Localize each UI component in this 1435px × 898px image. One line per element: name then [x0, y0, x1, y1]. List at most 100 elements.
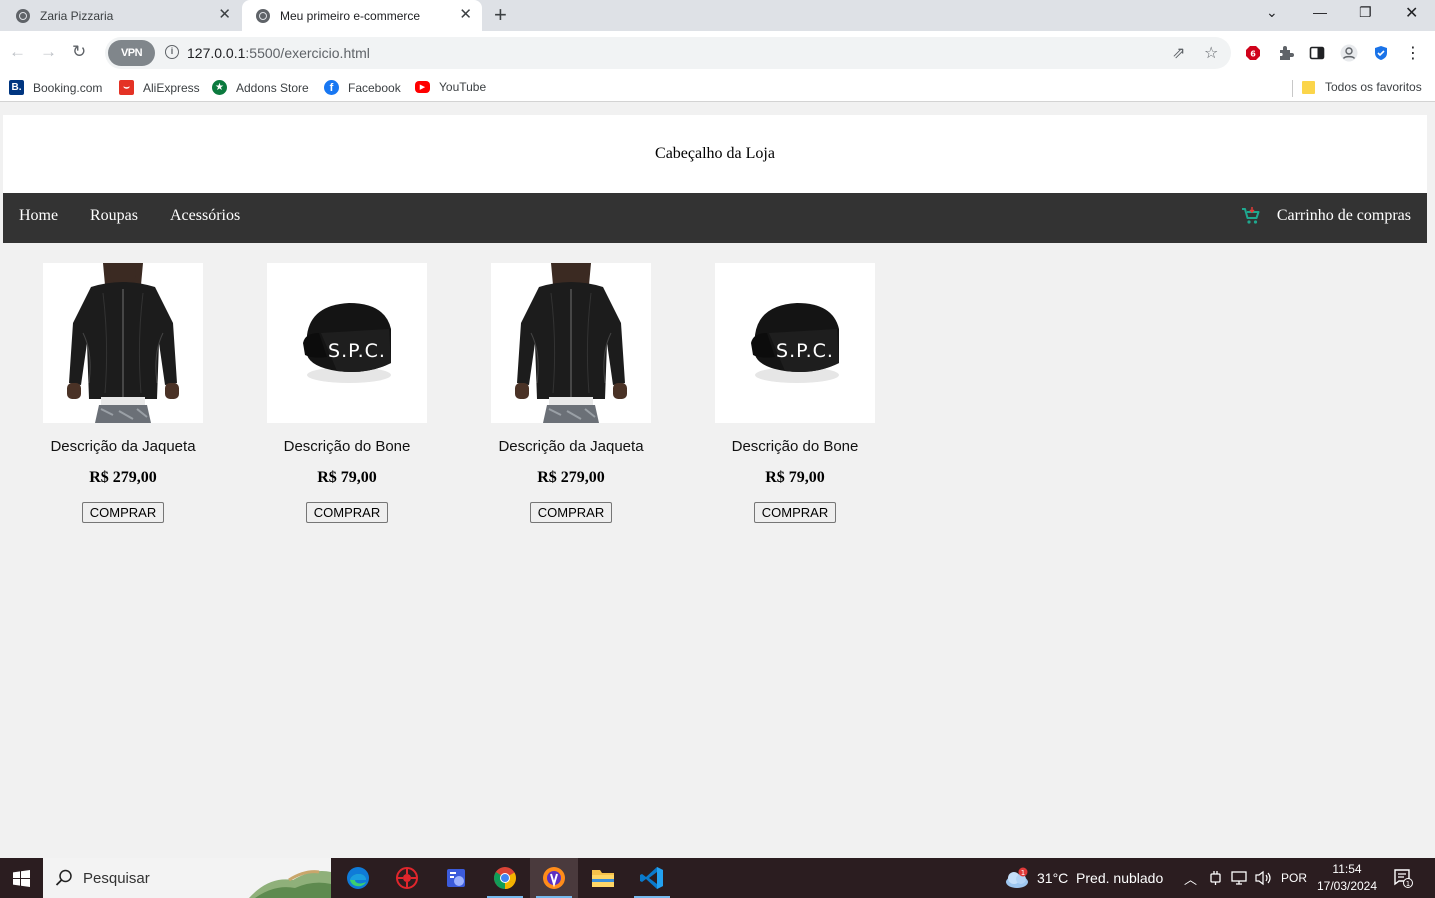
- control-panel-taskbar-icon[interactable]: [432, 858, 480, 898]
- page-viewport: Cabeçalho da Loja Home Roupas Acessórios…: [0, 103, 1435, 858]
- product-image-cap[interactable]: S.P.C.: [715, 263, 875, 423]
- buy-button[interactable]: COMPRAR: [81, 502, 165, 523]
- buy-button[interactable]: COMPRAR: [305, 502, 389, 523]
- product-image-cap[interactable]: S.P.C.: [267, 263, 427, 423]
- bitwarden-shield-icon[interactable]: [1372, 44, 1390, 62]
- minimize-button[interactable]: —: [1313, 4, 1327, 20]
- cart-link[interactable]: Carrinho de compras: [1241, 207, 1411, 225]
- network-icon[interactable]: [1231, 858, 1249, 898]
- notification-count: 1: [1406, 880, 1410, 888]
- vpn-badge[interactable]: VPN: [108, 40, 155, 66]
- taskbar-search-box[interactable]: Pesquisar: [43, 858, 331, 898]
- bookmark-facebook[interactable]: f Facebook: [324, 80, 401, 95]
- close-window-button[interactable]: ✕: [1405, 3, 1418, 23]
- notification-center-button[interactable]: 1: [1393, 858, 1413, 898]
- meet-now-icon[interactable]: [1209, 858, 1223, 898]
- nav-link-acessorios[interactable]: Acessórios: [170, 207, 240, 225]
- weather-widget[interactable]: 1 31°C Pred. nublado: [1004, 858, 1163, 898]
- cap-image: S.P.C.: [715, 263, 875, 423]
- url-text[interactable]: 127.0.0.1:5500/exercicio.html: [187, 45, 370, 61]
- back-button[interactable]: ←: [9, 42, 26, 62]
- edge-taskbar-icon[interactable]: [334, 858, 382, 898]
- extensions-puzzle-icon[interactable]: [1277, 44, 1295, 62]
- system-clock[interactable]: 11:54 17/03/2024: [1310, 861, 1384, 895]
- folder-icon: [1302, 80, 1315, 94]
- new-tab-button[interactable]: +: [494, 3, 507, 27]
- product-price: R$ 79,00: [765, 469, 825, 486]
- vscode-taskbar-icon[interactable]: [628, 858, 676, 898]
- address-bar[interactable]: VPN i 127.0.0.1:5500/exercicio.html ⇗ ☆: [105, 37, 1231, 69]
- cap-image: S.P.C.: [267, 263, 427, 423]
- browser-tab-zaria-pizzaria[interactable]: Zaria Pizzaria ✕: [0, 0, 241, 31]
- search-highlight-illustration: [249, 870, 331, 898]
- chrome-taskbar-icon[interactable]: [481, 858, 529, 898]
- aliexpress-icon: ⌣: [119, 80, 134, 95]
- vpn-browser-taskbar-icon[interactable]: [530, 858, 578, 898]
- close-tab-icon[interactable]: ✕: [218, 7, 231, 23]
- product-description: Descrição do Bone: [283, 438, 411, 455]
- youtube-icon: ▶: [415, 81, 430, 93]
- cap-logo-text: S.P.C.: [776, 340, 834, 362]
- svg-text:6: 6: [1250, 50, 1256, 59]
- share-icon[interactable]: ⇗: [1172, 43, 1185, 63]
- bookmark-aliexpress[interactable]: ⌣ AliExpress: [119, 80, 200, 95]
- notification-icon: 1: [1394, 869, 1413, 888]
- browser-tab-ecommerce[interactable]: Meu primeiro e-commerce ✕: [242, 0, 482, 31]
- adblock-extension-icon[interactable]: 6: [1244, 44, 1262, 62]
- cloudy-weather-icon: 1: [1006, 867, 1028, 888]
- product-description: Descrição da Jaqueta: [498, 438, 644, 455]
- booking-icon: B.: [9, 80, 24, 95]
- bookmark-star-icon[interactable]: ☆: [1204, 43, 1218, 63]
- search-placeholder: Pesquisar: [83, 869, 150, 887]
- product-description: Descrição da Jaqueta: [50, 438, 196, 455]
- nav-link-home[interactable]: Home: [19, 207, 58, 225]
- side-panel-icon[interactable]: [1308, 44, 1326, 62]
- clock-time: 11:54: [1332, 862, 1362, 876]
- windows-taskbar: Pesquisar 1 31°C Pred. nublado ︿ POR 11:…: [0, 858, 1435, 898]
- gaming-app-taskbar-icon[interactable]: [383, 858, 431, 898]
- addons-store-icon: ★: [212, 80, 227, 95]
- globe-icon: [256, 8, 270, 23]
- bookmark-divider: [1292, 80, 1293, 97]
- tab-title: Zaria Pizzaria: [40, 8, 114, 23]
- site-info-icon[interactable]: i: [165, 45, 179, 59]
- close-tab-icon[interactable]: ✕: [459, 7, 472, 23]
- browser-menu-icon[interactable]: ⋮: [1404, 44, 1422, 62]
- buy-button[interactable]: COMPRAR: [529, 502, 613, 523]
- all-bookmarks-folder[interactable]: Todos os favoritos: [1302, 80, 1422, 94]
- clock-date: 17/03/2024: [1316, 879, 1378, 893]
- tab-search-icon[interactable]: ⌄: [1266, 4, 1278, 21]
- show-hidden-icons-button[interactable]: ︿: [1184, 858, 1197, 898]
- store-header-title: Cabeçalho da Loja: [655, 145, 775, 162]
- bookmark-booking[interactable]: B. Booking.com: [9, 80, 102, 95]
- windows-start-button[interactable]: [0, 858, 43, 898]
- tab-title: Meu primeiro e-commerce: [280, 8, 421, 23]
- bookmark-youtube[interactable]: ▶ YouTube: [415, 80, 486, 94]
- product-image-jacket[interactable]: [43, 263, 203, 423]
- input-language-indicator[interactable]: POR: [1281, 858, 1307, 898]
- jacket-image: [491, 263, 651, 423]
- product-price: R$ 279,00: [89, 469, 157, 486]
- weather-text: 31°C Pred. nublado: [1037, 870, 1164, 886]
- product-price: R$ 79,00: [317, 469, 377, 486]
- cart-label: Carrinho de compras: [1276, 207, 1411, 224]
- product-card: S.P.C. Descrição do Bone R$ 79,00 COMPRA…: [235, 263, 459, 523]
- buy-button[interactable]: COMPRAR: [753, 502, 837, 523]
- product-image-jacket[interactable]: [491, 263, 651, 423]
- reload-button[interactable]: ↻: [72, 42, 86, 62]
- volume-icon[interactable]: [1255, 858, 1273, 898]
- profile-avatar-icon[interactable]: [1340, 44, 1358, 62]
- product-card: Descrição da Jaqueta R$ 279,00 COMPRAR: [459, 263, 683, 523]
- browser-tab-strip: Zaria Pizzaria ✕ Meu primeiro e-commerce…: [0, 0, 1435, 31]
- weather-alert-badge: 1: [1021, 869, 1025, 877]
- facebook-icon: f: [324, 80, 339, 95]
- product-card: S.P.C. Descrição do Bone R$ 79,00 COMPRA…: [683, 263, 907, 523]
- store-nav: Home Roupas Acessórios Carrinho de compr…: [3, 193, 1427, 243]
- forward-button[interactable]: →: [40, 42, 57, 62]
- shopping-cart-icon: [1241, 207, 1260, 224]
- search-icon: [55, 869, 72, 886]
- nav-link-roupas[interactable]: Roupas: [90, 207, 138, 225]
- file-explorer-taskbar-icon[interactable]: [579, 858, 627, 898]
- restore-button[interactable]: ❐: [1359, 4, 1372, 21]
- bookmark-addons-store[interactable]: ★ Addons Store: [212, 80, 309, 95]
